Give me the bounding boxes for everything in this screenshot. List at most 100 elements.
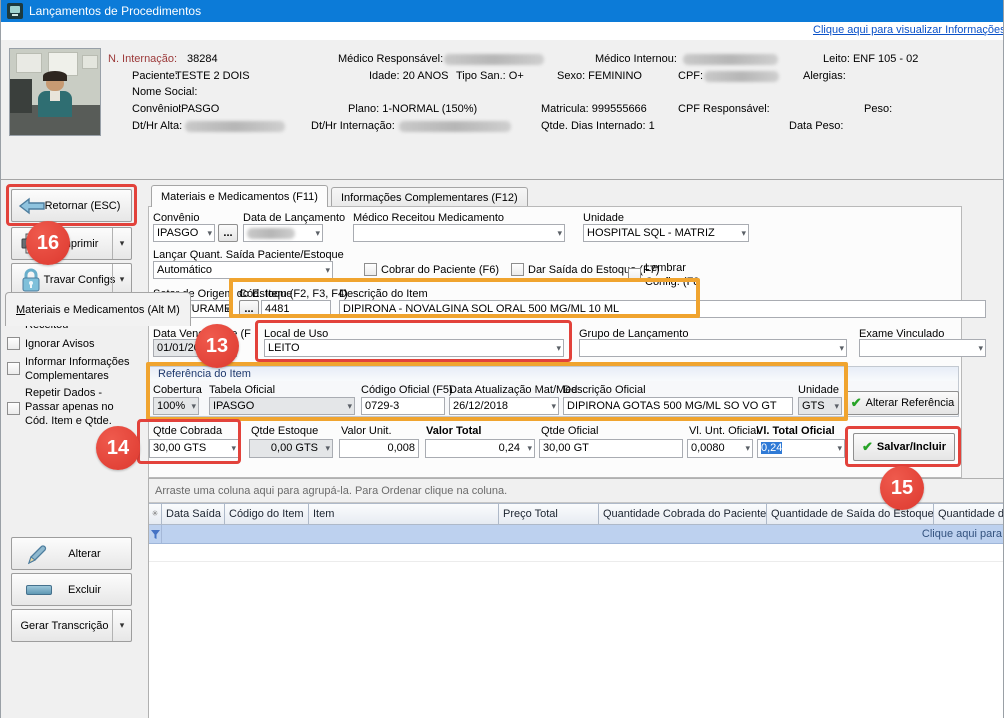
arrow-left-icon [18, 197, 46, 215]
local-uso-combobox[interactable]: LEITO▾ [264, 339, 564, 357]
peso-label: Peso: [864, 103, 892, 115]
valor-total-combobox[interactable]: 0,24▾ [425, 439, 535, 458]
qtde-cobrada-label: Qtde Cobrada [153, 425, 222, 437]
n-internacao-value: 38284 [187, 53, 218, 65]
descricao-item-label: Descrição do Item [339, 288, 428, 300]
alterar-button[interactable]: Alterar [11, 537, 132, 570]
checkbox-ignorar-avisos-label: Ignorar Avisos [25, 337, 145, 351]
salvar-incluir-button[interactable]: ✔ Salvar/Incluir [853, 433, 955, 461]
checkbox-ignorar-avisos[interactable] [7, 337, 20, 350]
tab-informacoes-f12[interactable]: Informações Complementares (F12) [331, 187, 528, 207]
cobertura-label: Cobertura [153, 384, 202, 396]
valor-unit-input[interactable]: 0,008 [339, 439, 419, 458]
grid-filter-row[interactable]: Clique aqui para [149, 525, 1004, 544]
grupo-lancamento-combobox[interactable]: ▾ [579, 339, 847, 357]
grid-empty-row-line [149, 561, 1004, 562]
checkbox-repetir-dados[interactable] [7, 402, 20, 415]
codigo-oficial-input[interactable]: 0729-3 [361, 397, 445, 415]
gerar-transcricao-button[interactable]: Gerar Transcrição ▾ [11, 609, 132, 642]
tab-materiais-f11[interactable]: Materiais e Medicamentos (F11) [151, 185, 328, 207]
unidade-combobox[interactable]: HOSPITAL SQL - MATRIZ▾ [583, 224, 749, 242]
patient-header: N. Internação: 38284 Médico Responsável:… [1, 40, 1004, 146]
descricao-item-input[interactable]: DIPIRONA - NOVALGINA SOL ORAL 500 MG/ML … [339, 300, 986, 318]
redacted-medico-internou [683, 54, 778, 65]
convenio-label: Convênio: [132, 103, 182, 115]
tipo-san-value: Tipo San.: O+ [456, 70, 524, 82]
tabela-oficial-combobox[interactable]: IPASGO▾ [209, 397, 355, 415]
grid-column-codigo-item[interactable]: Código do Item [225, 503, 309, 525]
grid-groupby-hint: Arraste uma coluna aqui para agrupá-la. … [155, 485, 507, 497]
checkbox-dar-saida[interactable] [511, 263, 524, 276]
leito-value: Leito: ENF 105 - 02 [823, 53, 918, 65]
dropdown-arrow-icon: ▾ [527, 441, 532, 455]
vl-unt-oficial-label: Vl. Unt. Oficial [689, 425, 759, 437]
dropdown-arrow-icon: ▾ [325, 441, 330, 455]
imprimir-button[interactable]: Imprimir ▾ [11, 227, 132, 260]
filter-funnel-cell[interactable] [149, 525, 162, 543]
unidade-oficial-label: Unidade [798, 384, 839, 396]
grid-header-row: ✳ Data Saída Código do Item Item Preço T… [149, 503, 1004, 525]
dropdown-arrow-icon: ▾ [745, 441, 750, 455]
filter-funnel-icon [151, 530, 160, 539]
grid-column-data-saida[interactable]: Data Saída [162, 503, 225, 525]
redacted-dthr-alta [185, 121, 285, 132]
dropdown-arrow-icon: ▾ [741, 226, 746, 240]
unidade-oficial-combobox[interactable]: GTS▾ [798, 397, 842, 415]
cod-item-label: Cód. Item (F2, F3, F4) [239, 288, 348, 300]
paciente-label: Paciente: [132, 70, 178, 82]
cod-item-browse-button[interactable]: ... [239, 300, 259, 318]
exame-vinculado-combobox[interactable]: ▾ [859, 339, 986, 357]
grid-config-cell[interactable]: ✳ [149, 503, 162, 525]
checkbox-informar-complementares[interactable] [7, 362, 20, 375]
nome-social-label: Nome Social: [132, 86, 197, 98]
convenio-browse-button[interactable]: ... [218, 224, 238, 242]
cobertura-combobox[interactable]: 100%▾ [153, 397, 199, 415]
paciente-value: TESTE 2 DOIS [175, 70, 250, 82]
checkbox-lembrar-config[interactable] [628, 268, 641, 281]
valor-unit-label: Valor Unit. [341, 425, 392, 437]
tab-strip: Materiais e Medicamentos (Alt M) Exames … [1, 146, 1004, 180]
medico-receitou-combobox[interactable]: ▾ [353, 224, 565, 242]
checkbox-cobrar-paciente[interactable] [364, 263, 377, 276]
cpf-responsavel-label: CPF Responsável: [678, 103, 770, 115]
grid-column-qtd-saida[interactable]: Quantidade de Saída [934, 503, 1004, 525]
data-atualizacao-combobox[interactable]: 26/12/2018▾ [449, 397, 559, 415]
dropdown-arrow-icon: ▾ [834, 399, 839, 413]
dropdown-arrow-icon: ▾ [191, 399, 196, 413]
unidade-label: Unidade [583, 212, 624, 224]
qtde-estoque-combobox[interactable]: 0,00 GTS▾ [249, 439, 333, 458]
grid-column-qtd-saida-estoque[interactable]: Quantidade de Saída do Estoque [767, 503, 934, 525]
referencia-group-title: Referência do Item [150, 367, 958, 381]
travar-dropdown-arrow[interactable]: ▾ [112, 264, 131, 295]
visualizar-informacoes-link[interactable]: Clique aqui para visualizar Informações … [813, 24, 1004, 36]
gerar-transcricao-dropdown-arrow[interactable]: ▾ [112, 610, 131, 641]
app-window: Lançamentos de Procedimentos Clique aqui… [0, 0, 1004, 718]
descricao-oficial-input[interactable]: DIPIRONA GOTAS 500 MG/ML SO VO GT [563, 397, 793, 415]
qtde-oficial-input[interactable]: 30,00 GT [539, 439, 683, 458]
grid-column-qtd-cobrada[interactable]: Quantidade Cobrada do Paciente [599, 503, 767, 525]
vl-total-oficial-combobox[interactable]: 0,24▾ [757, 439, 845, 458]
pencil-icon [26, 544, 48, 566]
lancar-quant-combobox[interactable]: Automático▾ [153, 261, 333, 279]
grid-column-preco-total[interactable]: Preço Total [499, 503, 599, 525]
alergias-label: Alergias: [803, 70, 846, 82]
redacted-cpf [704, 71, 779, 82]
qtde-cobrada-combobox[interactable]: 30,00 GTS▾ [149, 439, 239, 458]
redacted-medico-responsavel [444, 54, 544, 65]
alterar-referencia-button[interactable]: ✔ Alterar Referência [846, 391, 959, 415]
valor-total-label: Valor Total [426, 425, 481, 437]
tab-materiais-medicamentos[interactable]: Materiais e Medicamentos (Alt M) [5, 292, 191, 326]
dropdown-arrow-icon: ▾ [225, 302, 230, 316]
cod-item-input[interactable]: 4481 [261, 300, 331, 318]
vl-unt-oficial-combobox[interactable]: 0,0080▾ [687, 439, 753, 458]
grid-column-item[interactable]: Item [309, 503, 499, 525]
retornar-button[interactable]: Retornar (ESC) [11, 189, 132, 222]
data-vencto-input[interactable]: 01/01/2030 [153, 339, 237, 357]
dropdown-arrow-icon: ▾ [978, 341, 983, 355]
grid-groupby-bar[interactable]: Arraste uma coluna aqui para agrupá-la. … [149, 479, 1004, 503]
convenio-combobox[interactable]: IPASGO▾ [153, 224, 215, 242]
excluir-button[interactable]: Excluir [11, 573, 132, 606]
imprimir-dropdown-arrow[interactable]: ▾ [112, 228, 131, 259]
grid-body[interactable] [149, 544, 1004, 718]
printer-icon [20, 233, 46, 255]
